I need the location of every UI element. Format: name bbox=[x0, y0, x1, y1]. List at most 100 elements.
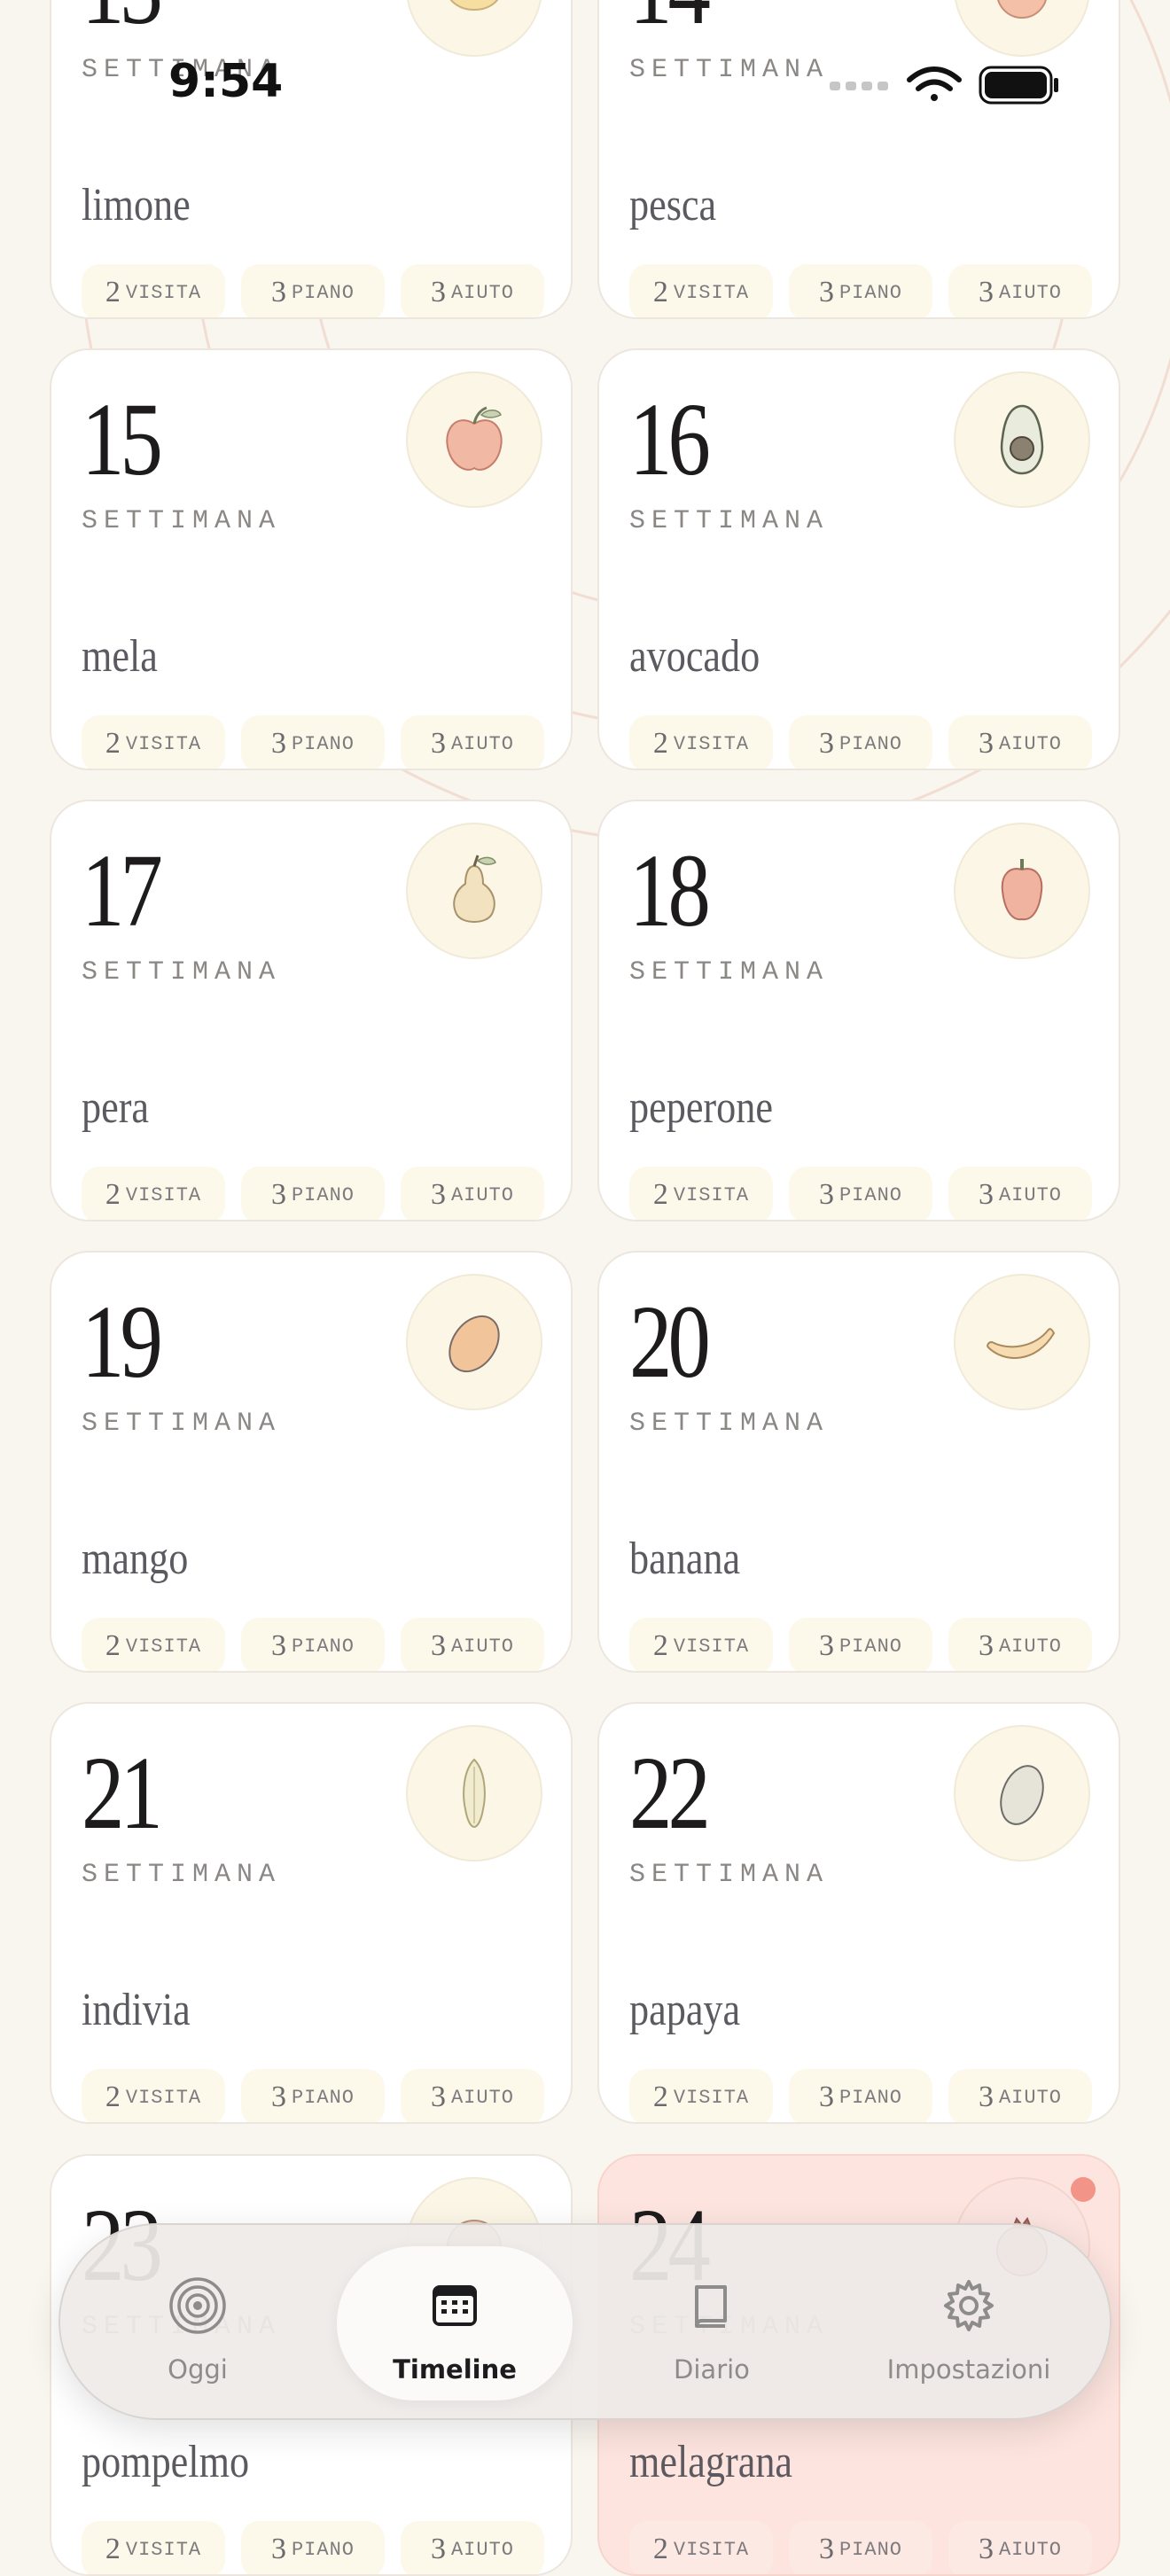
chip-visita[interactable]: 2 VISITA bbox=[629, 1167, 773, 1220]
week-card-16[interactable]: 16 SETTIMANA avocado 2 VISITA 3 PIANO 3 AIU… bbox=[597, 348, 1120, 770]
fruit-name: mela bbox=[82, 631, 158, 682]
week-label: SETTIMANA bbox=[82, 1409, 282, 1439]
chip-label: PIANO bbox=[838, 1183, 902, 1206]
chip-visita[interactable]: 2 VISITA bbox=[629, 715, 773, 769]
week-number: 15 bbox=[82, 381, 163, 497]
gear-icon bbox=[944, 2280, 994, 2331]
week-card-21[interactable]: 21 SETTIMANA indivia 2 VISITA 3 PIANO 3 AIU… bbox=[50, 1702, 573, 2124]
calendar-icon bbox=[433, 2285, 477, 2326]
chip-piano[interactable]: 3 PIANO bbox=[241, 264, 385, 317]
week-card-20[interactable]: 20 SETTIMANA banana 2 VISITA 3 PIANO 3 AIUT… bbox=[597, 1251, 1120, 1673]
chip-visita[interactable]: 2 VISITA bbox=[82, 2521, 225, 2574]
chip-count: 3 bbox=[818, 727, 834, 760]
chip-piano[interactable]: 3 PIANO bbox=[241, 715, 385, 769]
tab-diario[interactable]: Diario bbox=[594, 2246, 830, 2400]
week-number: 14 bbox=[629, 0, 711, 41]
fruit-name: banana bbox=[629, 1534, 741, 1584]
bottom-tab-bar: Oggi Timeline Diario Impostazioni bbox=[58, 2223, 1112, 2420]
lemon-icon bbox=[406, 0, 542, 57]
chip-visita[interactable]: 2 VISITA bbox=[82, 715, 225, 769]
chip-visita[interactable]: 2 VISITA bbox=[82, 1618, 225, 1671]
chip-aiuto[interactable]: 3 AIUTO bbox=[948, 264, 1092, 317]
chip-label: AIUTO bbox=[450, 2086, 514, 2109]
endive-icon bbox=[406, 1725, 542, 1862]
week-card-17[interactable]: 17 SETTIMANA pera 2 VISITA 3 PIANO 3 AIUTO bbox=[50, 800, 573, 1222]
chip-label: AIUTO bbox=[998, 2086, 1062, 2109]
chip-row: 2 VISITA 3 PIANO 3 AIUTO bbox=[82, 1618, 544, 1671]
chip-piano[interactable]: 3 PIANO bbox=[789, 1167, 932, 1220]
tab-label: Impostazioni bbox=[886, 2354, 1051, 2385]
chip-aiuto[interactable]: 3 AIUTO bbox=[948, 2521, 1092, 2574]
book-icon bbox=[695, 2285, 727, 2328]
tab-impostazioni[interactable]: Impostazioni bbox=[851, 2246, 1087, 2400]
battery-icon bbox=[979, 66, 1058, 105]
chip-aiuto[interactable]: 3 AIUTO bbox=[948, 1618, 1092, 1671]
chip-count: 2 bbox=[105, 1178, 121, 1211]
chip-visita[interactable]: 2 VISITA bbox=[82, 1167, 225, 1220]
chip-label: PIANO bbox=[838, 1635, 902, 1658]
chip-visita[interactable]: 2 VISITA bbox=[629, 264, 773, 317]
tab-timeline[interactable]: Timeline bbox=[337, 2246, 573, 2400]
fruit-name: pompelmo bbox=[82, 2437, 250, 2487]
week-number: 20 bbox=[629, 1284, 711, 1400]
chip-label: PIANO bbox=[291, 732, 355, 755]
chip-aiuto[interactable]: 3 AIUTO bbox=[948, 715, 1092, 769]
chip-piano[interactable]: 3 PIANO bbox=[789, 264, 932, 317]
chip-aiuto[interactable]: 3 AIUTO bbox=[401, 2521, 544, 2574]
chip-visita[interactable]: 2 VISITA bbox=[629, 2521, 773, 2574]
chip-piano[interactable]: 3 PIANO bbox=[789, 715, 932, 769]
week-card-19[interactable]: 19 SETTIMANA mango 2 VISITA 3 PIANO 3 AIUTO bbox=[50, 1251, 573, 1673]
chip-label: AIUTO bbox=[450, 732, 514, 755]
week-card-18[interactable]: 18 SETTIMANA peperone 2 VISITA 3 PIANO 3 AI… bbox=[597, 800, 1120, 1222]
week-card-13[interactable]: 13 SETTIMANA limone 2VISITA 3PIANO 3AIUT… bbox=[50, 0, 573, 319]
chip-count: 3 bbox=[430, 2080, 446, 2113]
chip-visita[interactable]: 2 VISITA bbox=[82, 264, 225, 317]
notification-dot bbox=[1071, 2177, 1096, 2202]
chip-count: 2 bbox=[105, 1629, 121, 1662]
week-label: SETTIMANA bbox=[82, 506, 282, 536]
chip-aiuto[interactable]: 3 AIUTO bbox=[401, 715, 544, 769]
chip-aiuto[interactable]: 3 AIUTO bbox=[401, 1618, 544, 1671]
chip-aiuto[interactable]: 3 AIUTO bbox=[401, 1167, 544, 1220]
chip-row: 2 VISITA 3 PIANO 3 AIUTO bbox=[629, 264, 1092, 317]
chip-label: VISITA bbox=[125, 2086, 202, 2109]
week-card-22[interactable]: 22 SETTIMANA papaya 2 VISITA 3 PIANO 3 AIUT… bbox=[597, 1702, 1120, 2124]
chip-aiuto[interactable]: 3 AIUTO bbox=[948, 2069, 1092, 2122]
chip-count: 3 bbox=[818, 2533, 834, 2565]
banana-icon bbox=[954, 1274, 1090, 1410]
chip-visita[interactable]: 2 VISITA bbox=[629, 2069, 773, 2122]
chip-count: 3 bbox=[430, 2533, 446, 2565]
chip-piano[interactable]: 3 PIANO bbox=[241, 1167, 385, 1220]
week-number: 22 bbox=[629, 1735, 711, 1851]
chip-visita[interactable]: 2 VISITA bbox=[82, 2069, 225, 2122]
chip-aiuto[interactable]: 3 AIUTO bbox=[948, 1167, 1092, 1220]
chip-label: AIUTO bbox=[998, 281, 1062, 304]
chip-row: 2 VISITA 3 PIANO 3 AIUTO bbox=[82, 2521, 544, 2574]
chip-count: 3 bbox=[978, 1629, 994, 1662]
chip-count: 3 bbox=[818, 276, 834, 308]
chip-count: 2 bbox=[652, 1629, 668, 1662]
chip-piano[interactable]: 3 PIANO bbox=[241, 2069, 385, 2122]
timeline-grid: 13 SETTIMANA limone 2VISITA 3PIANO 3AIUT… bbox=[0, 0, 1170, 2576]
chip-aiuto[interactable]: 3 AIUTO bbox=[401, 2069, 544, 2122]
chip-count: 3 bbox=[978, 1178, 994, 1211]
tab-oggi[interactable]: Oggi bbox=[80, 2246, 316, 2400]
week-card-14[interactable]: 14 SETTIMANA pesca 2VISITA 3PIANO 3AIUTO bbox=[597, 0, 1120, 319]
chip-label: VISITA bbox=[673, 732, 750, 755]
chip-count: 2 bbox=[105, 2533, 121, 2565]
chip-piano[interactable]: 3 PIANO bbox=[789, 1618, 932, 1671]
chip-label: AIUTO bbox=[998, 1635, 1062, 1658]
chip-piano[interactable]: 3 PIANO bbox=[789, 2069, 932, 2122]
chip-piano[interactable]: 3 PIANO bbox=[789, 2521, 932, 2574]
chip-visita[interactable]: 2 VISITA bbox=[629, 1618, 773, 1671]
chip-label: PIANO bbox=[838, 2538, 902, 2561]
chip-piano[interactable]: 3 PIANO bbox=[241, 2521, 385, 2574]
week-label: SETTIMANA bbox=[629, 506, 830, 536]
fruit-name: avocado bbox=[629, 631, 760, 682]
chip-row: 2 VISITA 3 PIANO 3 AIUTO bbox=[82, 715, 544, 769]
chip-count: 3 bbox=[978, 276, 994, 308]
chip-piano[interactable]: 3 PIANO bbox=[241, 1618, 385, 1671]
week-card-15[interactable]: 15 SETTIMANA mela 2 VISITA 3 PIANO 3 AIUTO bbox=[50, 348, 573, 770]
bell-pepper-icon bbox=[954, 823, 1090, 959]
chip-aiuto[interactable]: 3 AIUTO bbox=[401, 264, 544, 317]
